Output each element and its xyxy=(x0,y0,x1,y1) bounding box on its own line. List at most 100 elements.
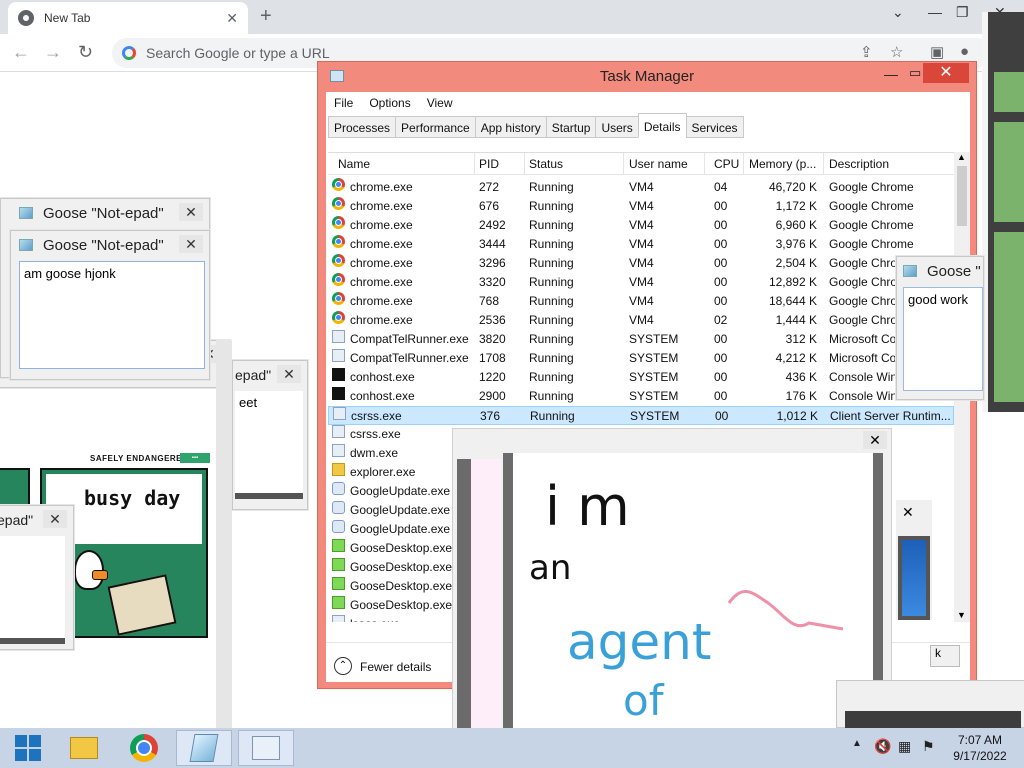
handwriting-line-1: i m xyxy=(545,475,630,538)
cell-pid: 272 xyxy=(479,180,500,194)
taskbar-chrome[interactable] xyxy=(116,730,172,766)
background-window-bottom-right[interactable] xyxy=(836,680,1024,729)
column-header-user[interactable]: User name xyxy=(629,157,688,171)
table-row[interactable]: chrome.exe 2492 Running VM4 00 6,960 K Google … xyxy=(328,216,954,235)
end-task-button-partial[interactable]: k xyxy=(930,645,960,667)
fewer-details-link[interactable]: Fewer details xyxy=(360,660,431,674)
chevron-up-icon[interactable]: ⌃ xyxy=(334,657,352,675)
minimize-icon[interactable]: — xyxy=(928,4,942,20)
minimize-icon[interactable]: — xyxy=(884,66,898,82)
close-icon[interactable]: ✕ xyxy=(179,203,203,221)
table-row[interactable]: conhost.exe 2900 Running SYSTEM 00 176 K Conso… xyxy=(328,387,954,406)
cell-status: Running xyxy=(529,199,574,213)
new-tab-plus-icon[interactable]: + xyxy=(260,5,272,28)
table-row[interactable]: chrome.exe 768 Running VM4 00 18,644 K Google … xyxy=(328,292,954,311)
forward-arrow-icon[interactable]: → xyxy=(44,42,62,63)
side-panel-icon[interactable]: ▣ xyxy=(930,43,944,61)
notepad-text-area[interactable]: am goose hjonk xyxy=(19,261,205,369)
cell-cpu: 00 xyxy=(714,256,728,270)
cell-status: Running xyxy=(529,313,574,327)
table-row[interactable]: chrome.exe 3320 Running VM4 00 12,892 K Google… xyxy=(328,273,954,292)
column-header-cpu[interactable]: CPU xyxy=(714,157,739,171)
taskbar: ▲ 🔇 ▦ ⚑ 7:07 AM 9/17/2022 xyxy=(0,728,1024,768)
cell-status: Running xyxy=(529,237,574,251)
scroll-up-icon[interactable]: ▲ xyxy=(957,152,966,162)
scroll-down-icon[interactable]: ▼ xyxy=(957,610,966,620)
scrollbar-thumb[interactable] xyxy=(957,166,967,226)
cell-mem: 2,504 K xyxy=(775,256,817,270)
taskbar-file-explorer[interactable] xyxy=(56,730,112,766)
drawing-canvas[interactable]: i m an agent of chaos xyxy=(503,453,883,768)
column-header-description[interactable]: Description xyxy=(829,157,889,171)
notepad-window-right[interactable]: Goose " good work xyxy=(896,256,984,400)
taskbar-notepad[interactable] xyxy=(176,730,232,766)
tab-search-chevron-icon[interactable]: ⌄ xyxy=(892,4,904,21)
drawing-window[interactable]: ✕ i m an agent of chaos xyxy=(452,428,892,768)
chrome-tab-new-tab[interactable]: New Tab ✕ xyxy=(8,2,248,34)
tab-startup[interactable]: Startup xyxy=(545,116,597,138)
chrome-process-icon xyxy=(332,273,345,286)
chrome-process-icon xyxy=(332,178,345,191)
table-row[interactable]: chrome.exe 676 Running VM4 00 1,172 K Google C… xyxy=(328,197,954,216)
tab-users[interactable]: Users xyxy=(595,116,639,138)
cell-pid: 1708 xyxy=(479,351,506,365)
cell-desc: Google Chrome xyxy=(829,180,914,194)
column-header-name[interactable]: Name xyxy=(338,157,370,171)
cell-user: SYSTEM xyxy=(629,389,679,403)
taskbar-task-manager[interactable] xyxy=(238,730,294,766)
close-icon[interactable]: ✕ xyxy=(179,235,203,253)
start-button[interactable] xyxy=(0,730,56,766)
background-window-partial[interactable]: ✕ xyxy=(896,500,932,620)
close-icon[interactable]: ✕ xyxy=(902,504,914,521)
share-icon[interactable]: ⇪ xyxy=(860,43,873,61)
notepad-text-area[interactable] xyxy=(0,536,65,644)
table-row[interactable]: CompatTelRunner.exe 1708 Running SYSTEM 00 4,… xyxy=(328,349,954,368)
profile-icon[interactable]: ● xyxy=(960,43,969,60)
tab-app-history[interactable]: App history xyxy=(474,116,547,138)
tray-chevron-up-icon[interactable]: ▲ xyxy=(852,738,862,749)
restore-icon[interactable]: ❐ xyxy=(956,4,969,21)
table-row[interactable]: CompatTelRunner.exe 3820 Running SYSTEM 00 31… xyxy=(328,330,954,349)
table-row[interactable]: chrome.exe 2536 Running VM4 02 1,444 K Google … xyxy=(328,311,954,330)
column-header-pid[interactable]: PID xyxy=(479,157,499,171)
close-icon[interactable]: ✕ xyxy=(277,365,301,383)
volume-muted-icon[interactable]: 🔇 xyxy=(874,738,891,755)
column-header-memory[interactable]: Memory (p... xyxy=(749,157,821,171)
notepad-text-area[interactable]: eet xyxy=(235,391,303,499)
table-row[interactable]: chrome.exe 3296 Running VM4 00 2,504 K Google … xyxy=(328,254,954,273)
table-row[interactable]: conhost.exe 1220 Running SYSTEM 00 436 K Conso… xyxy=(328,368,954,387)
back-arrow-icon[interactable]: ← xyxy=(12,42,30,63)
maximize-icon[interactable]: ▭ xyxy=(909,65,921,81)
close-icon[interactable]: ✕ xyxy=(43,510,67,528)
cell-name: conhost.exe xyxy=(350,389,415,403)
tab-performance[interactable]: Performance xyxy=(395,116,476,138)
task-manager-title-bar[interactable]: Task Manager — ▭ ✕ xyxy=(318,62,976,92)
table-row[interactable]: chrome.exe 272 Running VM4 04 46,720 K Google … xyxy=(328,178,954,197)
table-row[interactable]: chrome.exe 3444 Running VM4 00 3,976 K Google … xyxy=(328,235,954,254)
reload-icon[interactable]: ↻ xyxy=(78,42,93,63)
green-block xyxy=(994,72,1024,112)
bookmark-star-icon[interactable]: ☆ xyxy=(890,43,903,61)
network-icon[interactable]: ▦ xyxy=(898,738,911,755)
menu-file[interactable]: File xyxy=(326,96,361,110)
tab-close-icon[interactable]: ✕ xyxy=(226,10,238,27)
action-center-icon[interactable]: ⚑ xyxy=(922,738,935,755)
notepad-window-left-bottom[interactable]: epad" ✕ xyxy=(0,505,74,650)
column-header-status[interactable]: Status xyxy=(529,157,563,171)
tab-details[interactable]: Details xyxy=(637,113,687,138)
close-icon[interactable]: ✕ xyxy=(923,63,969,83)
notepad-text-area[interactable]: good work xyxy=(903,287,983,391)
tab-services[interactable]: Services xyxy=(685,116,744,138)
notepad-window-front[interactable]: Goose "Not-epad" ✕ am goose hjonk xyxy=(10,230,210,380)
cell-user: VM4 xyxy=(629,294,654,308)
chrome-process-icon xyxy=(332,216,345,229)
close-icon[interactable]: ✕ xyxy=(863,431,887,449)
notepad-title-bar: Goose " xyxy=(897,257,983,285)
taskbar-clock[interactable]: 7:07 AM 9/17/2022 xyxy=(940,732,1020,764)
table-row[interactable]: csrss.exe 376 Running SYSTEM 00 1,012 K Client… xyxy=(328,406,954,425)
notepad-window-partial[interactable]: epad" ✕ eet xyxy=(232,360,308,510)
scroll-paper xyxy=(107,574,177,636)
tab-processes[interactable]: Processes xyxy=(328,116,397,138)
menu-view[interactable]: View xyxy=(419,96,461,110)
menu-options[interactable]: Options xyxy=(361,96,418,110)
